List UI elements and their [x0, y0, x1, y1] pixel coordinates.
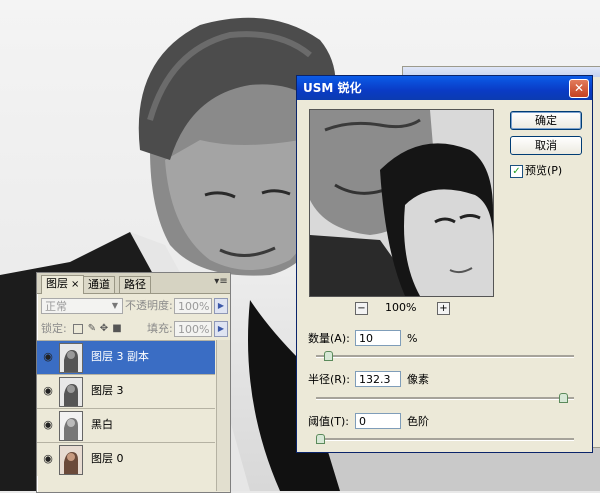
transparent-lock-icon[interactable] [73, 324, 83, 334]
amount-slider-thumb[interactable] [323, 351, 333, 361]
eye-icon[interactable]: ◉ [41, 385, 55, 397]
layer-name: 图层 0 [91, 452, 124, 465]
radius-unit: 像素 [407, 373, 429, 386]
amount-input[interactable]: 10 [355, 330, 401, 346]
fill-arrow-button[interactable]: ▶ [214, 321, 228, 337]
layer-thumbnail [59, 377, 83, 407]
preview-window[interactable] [309, 109, 494, 297]
radius-input[interactable]: 132.3 [355, 371, 401, 387]
thumbnail-image [60, 344, 82, 372]
preview-image [310, 110, 493, 296]
layer-thumbnail [59, 343, 83, 373]
ok-button[interactable]: 确定 [510, 111, 582, 130]
eye-icon[interactable]: ◉ [41, 419, 55, 431]
zoom-in-button[interactable]: + [437, 302, 450, 315]
preview-checkbox[interactable]: ✓ [510, 165, 523, 178]
layer-row[interactable]: ◉ 黑白 [37, 408, 215, 442]
lock-fill-row: 锁定: ✎ ✥ ■ 填充: 100% ▶ [37, 319, 230, 341]
radius-label: 半径(R): [308, 373, 350, 386]
layer-row[interactable]: ◉ 图层 0 [37, 442, 215, 476]
layer-row[interactable]: ◉ 图层 3 副本 [37, 340, 215, 374]
usm-sharpen-dialog: USM 锐化 ✕ − 100% + 确定 取消 ✓ 预览(P) 数量(A): 1… [296, 75, 593, 453]
thumbnail-image [60, 412, 82, 440]
threshold-slider-thumb[interactable] [316, 434, 325, 444]
thumbnail-image [60, 378, 82, 406]
layer-name: 图层 3 [91, 384, 124, 397]
opacity-label: 不透明度: [125, 299, 173, 312]
cancel-button[interactable]: 取消 [510, 136, 582, 155]
layers-panel-tabbar: 图层 × 通道 路径 ▾≡ [37, 273, 230, 294]
preview-label: 预览(P) [525, 164, 563, 177]
blend-opacity-row: 正常 ▼ 不透明度: 100% ▶ [37, 296, 230, 318]
layer-thumbnail [59, 411, 83, 441]
tab-layers-label: 图层 [46, 277, 68, 290]
layer-name: 黑白 [91, 418, 113, 431]
opacity-value: 100% [178, 300, 210, 313]
amount-unit: % [407, 332, 418, 345]
layers-panel: 图层 × 通道 路径 ▾≡ 正常 ▼ 不透明度: 100% ▶ 锁定: ✎ ✥ ■… [36, 272, 231, 493]
opacity-arrow-button[interactable]: ▶ [214, 298, 228, 314]
zoom-level: 100% [385, 301, 417, 314]
close-button[interactable]: ✕ [569, 79, 589, 98]
zoom-out-button[interactable]: − [355, 302, 368, 315]
threshold-unit: 色阶 [407, 415, 429, 428]
amount-slider-track[interactable] [316, 355, 574, 358]
layers-scrollbar[interactable] [216, 340, 230, 491]
threshold-input[interactable]: 0 [355, 413, 401, 429]
close-icon[interactable]: × [71, 279, 79, 290]
threshold-label: 阈值(T): [308, 415, 350, 428]
fill-value: 100% [178, 323, 210, 336]
thumbnail-image [60, 446, 82, 474]
padlock-icon[interactable]: ■ [112, 324, 122, 334]
tab-channels[interactable]: 通道 [83, 276, 115, 293]
brush-lock-icon[interactable]: ✎ [87, 324, 97, 334]
radius-slider-track[interactable] [316, 397, 574, 400]
chevron-down-icon: ▼ [111, 301, 119, 310]
fill-input[interactable]: 100% [174, 321, 212, 337]
amount-label: 数量(A): [308, 332, 350, 345]
eye-icon[interactable]: ◉ [41, 453, 55, 465]
lock-label: 锁定: [41, 322, 67, 335]
tab-paths[interactable]: 路径 [119, 276, 151, 293]
radius-slider-thumb[interactable] [558, 393, 568, 403]
layer-name: 图层 3 副本 [91, 350, 149, 363]
dialog-title: USM 锐化 [303, 81, 362, 95]
blend-mode-dropdown[interactable]: 正常 ▼ [41, 298, 123, 314]
panel-menu-icon[interactable]: ▾≡ [214, 275, 228, 289]
tab-layers[interactable]: 图层 × [41, 275, 85, 294]
eye-icon[interactable]: ◉ [41, 351, 55, 363]
tab-channels-label: 通道 [88, 278, 110, 291]
opacity-input[interactable]: 100% [174, 298, 212, 314]
layer-row[interactable]: ◉ 图层 3 [37, 374, 215, 408]
move-lock-icon[interactable]: ✥ [99, 324, 109, 334]
tab-paths-label: 路径 [124, 278, 146, 291]
blend-mode-value: 正常 [45, 300, 67, 313]
fill-label: 填充: [147, 322, 173, 335]
layer-thumbnail [59, 445, 83, 475]
dialog-titlebar[interactable]: USM 锐化 ✕ [297, 76, 592, 100]
threshold-slider-track[interactable] [316, 438, 574, 441]
